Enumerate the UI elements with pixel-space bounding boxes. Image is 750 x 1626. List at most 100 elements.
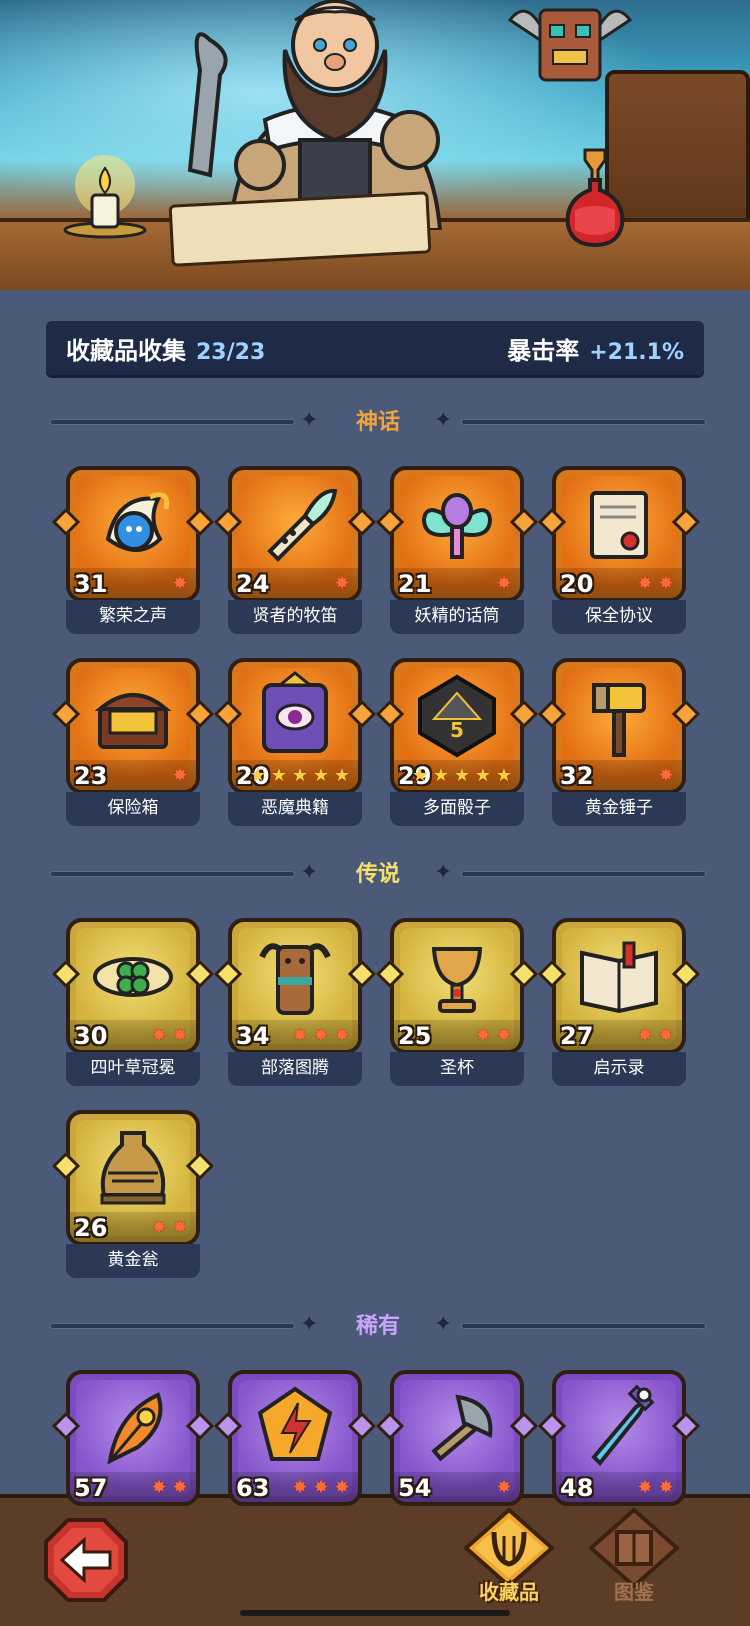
collectible-card[interactable]: 25 ✸ ✸ 圣杯 [375, 918, 539, 1088]
card-level: 20 [560, 570, 594, 598]
card-level: 24 [236, 570, 270, 598]
collectible-card[interactable]: 27 ✸ ✸ 启示录 [537, 918, 701, 1088]
card-name: 黄金锤子 [552, 792, 686, 826]
fire-feather-icon [107, 1392, 163, 1465]
divider-line [461, 1323, 706, 1329]
card-stars: ✸ [170, 574, 190, 594]
card-stars: ★ ★ ★ ★ ★ [248, 766, 352, 786]
card-name: 妖精的话筒 [390, 600, 524, 634]
ice-sword-icon [591, 1384, 655, 1466]
star-icon: ★ [453, 765, 471, 786]
card-stars: ✸ [494, 574, 514, 594]
card-stars: ✸ [656, 766, 676, 786]
crit-rate-value: +21.1% [589, 339, 684, 365]
tab-collection-label: 收藏品 [479, 1580, 539, 1604]
card-tile: 32 ✸ [552, 658, 686, 794]
star-icon: ✸ [292, 1477, 308, 1498]
section-header-rare: ✦ 稀有 ✦ [50, 1310, 706, 1340]
clover-crown-icon [93, 957, 173, 997]
home-indicator [240, 1610, 510, 1616]
golden-urn-icon [100, 1131, 166, 1205]
card-tile: 27 ✸ ✸ [552, 918, 686, 1054]
card-name: 启示录 [552, 1052, 686, 1086]
fairy-microphone-icon [421, 493, 493, 559]
star-icon: ✸ [496, 1025, 512, 1046]
card-level: 25 [398, 1022, 432, 1050]
tribal-totem-icon [259, 943, 331, 1015]
collectible-card[interactable]: 5 29 ★ ★ ★ ★ ★ 多面骰子 [375, 658, 539, 828]
star-icon: ✸ [172, 1217, 188, 1238]
card-stars: ✸ ✸ ✸ [290, 1478, 352, 1498]
tab-catalog-label: 图鉴 [614, 1580, 654, 1604]
star-icon: ✸ [658, 573, 674, 594]
star-icon: ✸ [334, 573, 350, 594]
card-name: 繁荣之声 [66, 600, 200, 634]
star-icon: ✸ [475, 1025, 491, 1046]
collectible-card[interactable]: 48 ✸ ✸ [537, 1370, 701, 1540]
collectible-card[interactable]: 32 ✸ 黄金锤子 [537, 658, 701, 828]
card-tile: 31 ✸ [66, 466, 200, 602]
collectible-card[interactable]: 63 ✸ ✸ ✸ [213, 1370, 377, 1540]
collectible-card[interactable]: 26 ✸ ✸ 黄金瓮 [51, 1110, 215, 1280]
card-stars: ✸ ✸ [149, 1026, 190, 1046]
card-tile: 20 ✸ ✸ [552, 466, 686, 602]
candle-icon [63, 155, 147, 239]
star-icon: ✸ [334, 1477, 350, 1498]
card-level: 31 [74, 570, 108, 598]
sparkle-icon: ✦ [434, 408, 453, 433]
collectible-card[interactable]: 23 ✸ 保险箱 [51, 658, 215, 828]
treasure-chest-icon [94, 693, 172, 749]
collectible-card[interactable]: 24 ✸ 贤者的牧笛 [213, 466, 377, 636]
collectible-card[interactable]: 31 ✸ 繁荣之声 [51, 466, 215, 636]
card-tile: 21 ✸ [390, 466, 524, 602]
star-icon: ✸ [334, 1025, 350, 1046]
star-icon: ✸ [172, 765, 188, 786]
card-name: 恶魔典籍 [228, 792, 362, 826]
divider-line [461, 419, 706, 425]
star-icon: ★ [249, 765, 267, 786]
collectible-card[interactable]: 34 ✸ ✸ ✸ 部落图腾 [213, 918, 377, 1088]
star-icon: ✸ [151, 1477, 167, 1498]
star-icon: ★ [270, 765, 288, 786]
collectible-card[interactable]: 20 ✸ ✸ 保全协议 [537, 466, 701, 636]
card-level: 57 [74, 1474, 108, 1502]
contract-scroll-icon [590, 491, 648, 559]
sparkle-icon: ✦ [434, 860, 453, 885]
star-icon: ✸ [658, 765, 674, 786]
sparkle-icon: ✦ [434, 1312, 453, 1337]
card-tile: 25 ✸ ✸ [390, 918, 524, 1054]
svg-text:5: 5 [450, 718, 464, 742]
card-tile: 57 ✸ ✸ [66, 1370, 200, 1506]
collectible-card[interactable]: 30 ✸ ✸ 四叶草冠冕 [51, 918, 215, 1088]
flute-icon [267, 488, 338, 562]
star-icon: ★ [474, 765, 492, 786]
card-level: 30 [74, 1022, 108, 1050]
star-icon: ✸ [172, 1025, 188, 1046]
card-level: 26 [74, 1214, 108, 1242]
card-tile: 5 29 ★ ★ ★ ★ ★ [390, 658, 524, 794]
star-icon: ✸ [151, 1217, 167, 1238]
card-stars: ✸ ✸ [149, 1218, 190, 1238]
divider-line [461, 871, 706, 877]
card-level: 48 [560, 1474, 594, 1502]
collectible-card[interactable]: 21 ✸ 妖精的话筒 [375, 466, 539, 636]
card-tile: 26 ✸ ✸ [66, 1110, 200, 1246]
star-icon: ✸ [658, 1477, 674, 1498]
grail-icon [431, 947, 483, 1013]
card-stars: ✸ ✸ ✸ [290, 1026, 352, 1046]
star-icon: ✸ [658, 1025, 674, 1046]
card-name: 部落图腾 [228, 1052, 362, 1086]
card-stars: ✸ ✸ [149, 1478, 190, 1498]
star-icon: ✸ [313, 1477, 329, 1498]
dice-icon: 5 [418, 674, 496, 758]
collectible-card[interactable]: 57 ✸ ✸ [51, 1370, 215, 1540]
crit-rate-label: 暴击率 [507, 336, 580, 365]
star-icon: ✸ [637, 1025, 653, 1046]
card-level: 63 [236, 1474, 270, 1502]
shop-banner [0, 0, 750, 290]
star-icon: ✸ [313, 1025, 329, 1046]
collectible-card[interactable]: 54 ✸ [375, 1370, 539, 1540]
collection-summary-bar: 收藏品收集 23/23 暴击率 +21.1% [46, 321, 704, 375]
collectible-card[interactable]: 20 ★ ★ ★ ★ ★ 恶魔典籍 [213, 658, 377, 828]
section-header-mythic: ✦ 神话 ✦ [50, 406, 706, 436]
